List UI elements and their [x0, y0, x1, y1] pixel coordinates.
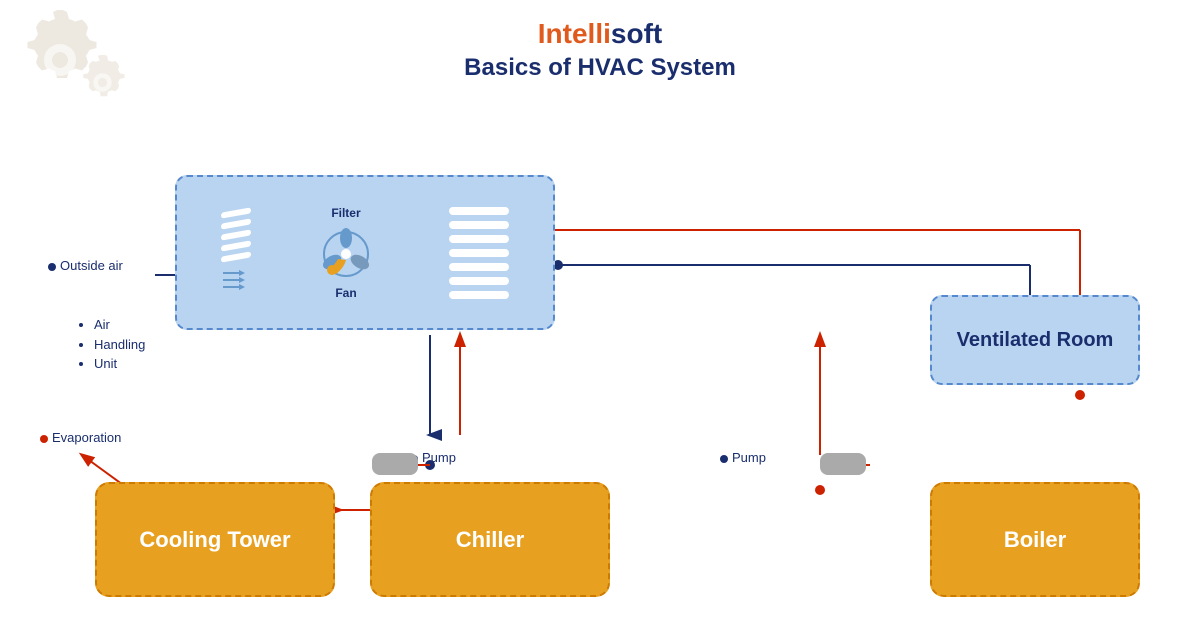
- louver: [221, 251, 251, 262]
- ahu-coils-visual: [449, 207, 509, 299]
- ahu-list-item-3: Unit: [94, 354, 145, 374]
- boiler-label: Boiler: [1004, 527, 1066, 553]
- coil: [449, 235, 509, 243]
- ahu-box: Filter Fan: [175, 175, 555, 330]
- header: Intellisoft Basics of HVAC System: [0, 0, 1200, 82]
- ventilated-room-box: Ventilated Room: [930, 295, 1140, 385]
- ahu-list-item-2: Handling: [94, 335, 145, 355]
- ahu-louvers: [221, 210, 251, 295]
- diagram: Outside air Coils Filter: [0, 100, 1200, 627]
- coil: [449, 207, 509, 215]
- chiller-box: Chiller: [370, 482, 610, 597]
- coil: [449, 221, 509, 229]
- filter-label: Filter: [331, 206, 360, 220]
- brand-soft: soft: [611, 18, 662, 49]
- coil: [449, 291, 509, 299]
- page-title: Basics of HVAC System: [0, 54, 1200, 82]
- brand-title: Intellisoft: [0, 18, 1200, 50]
- coil: [449, 263, 509, 271]
- ahu-list-item-1: Air: [94, 315, 145, 335]
- cooling-tower-box: Cooling Tower: [95, 482, 335, 597]
- louver: [221, 207, 251, 218]
- fan-label: Fan: [335, 286, 356, 300]
- cooling-tower-label: Cooling Tower: [139, 527, 290, 553]
- coil: [449, 277, 509, 285]
- brand-intelli: Intelli: [538, 18, 611, 49]
- chiller-label: Chiller: [456, 527, 524, 553]
- evaporation-label: Evaporation: [40, 430, 121, 445]
- louver: [221, 229, 251, 240]
- pump2-label: Pump: [720, 450, 766, 465]
- coil: [449, 249, 509, 257]
- louver: [221, 218, 251, 229]
- airflow-arrows-icon: [221, 265, 251, 295]
- boiler-box: Boiler: [930, 482, 1140, 597]
- louver: [221, 240, 251, 251]
- pump2: [820, 453, 866, 475]
- fan-icon: [316, 224, 376, 284]
- outside-air-label: Outside air: [48, 258, 123, 273]
- ahu-filter-fan: Filter Fan: [316, 206, 376, 300]
- pump1: [372, 453, 418, 475]
- ventilated-room-label: Ventilated Room: [957, 329, 1114, 352]
- ahu-list-label: Air Handling Unit: [80, 315, 145, 374]
